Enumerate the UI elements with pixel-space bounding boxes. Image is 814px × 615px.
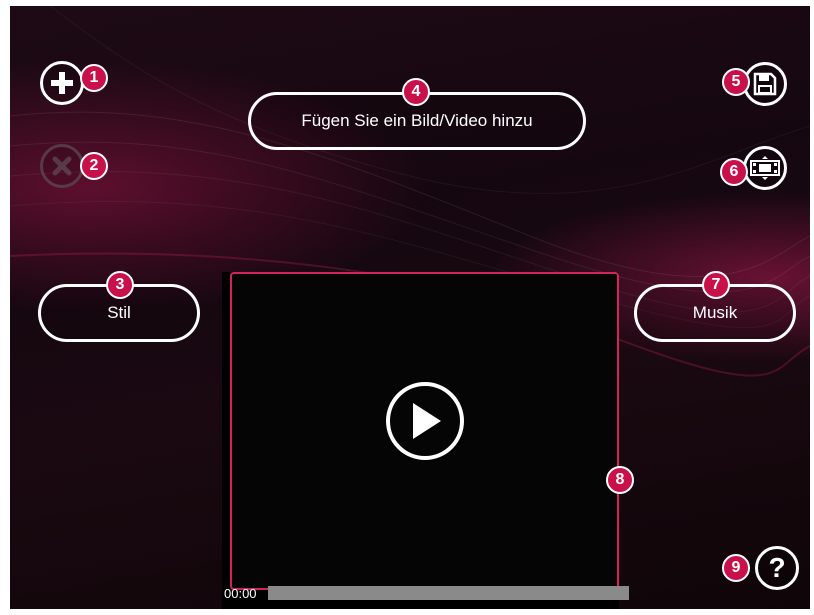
close-icon [52, 156, 72, 176]
badge-3: 3 [106, 271, 134, 299]
play-button[interactable] [386, 382, 464, 460]
badge-8: 8 [606, 466, 634, 494]
badge-5: 5 [722, 68, 750, 96]
badge-4: 4 [402, 78, 430, 106]
playback-progress-bar[interactable] [268, 586, 629, 600]
plus-icon [51, 72, 73, 94]
badge-1: 1 [80, 64, 108, 92]
badge-6: 6 [720, 158, 748, 186]
badge-7: 7 [702, 271, 730, 299]
music-label: Musik [692, 303, 738, 322]
help-button[interactable]: ? [755, 546, 799, 590]
video-edit-button[interactable] [743, 146, 787, 190]
style-label: Stil [107, 303, 131, 322]
playback-time: 00:00 [224, 586, 257, 601]
play-icon [413, 403, 441, 439]
add-media-button[interactable] [40, 61, 84, 105]
remove-media-button[interactable] [40, 144, 84, 188]
film-strip-icon [750, 156, 780, 180]
question-icon: ? [768, 552, 786, 583]
video-preview-panel: 00:00 [222, 272, 629, 609]
badge-9: 9 [722, 554, 750, 582]
app-screen: 1 2 Fügen Sie ein Bild/Video hinzu 4 5 6 [10, 6, 810, 609]
video-preview-frame[interactable] [230, 272, 619, 590]
floppy-disk-icon [753, 72, 777, 96]
badge-2: 2 [80, 152, 108, 180]
add-image-video-label: Fügen Sie ein Bild/Video hinzu [301, 111, 533, 130]
